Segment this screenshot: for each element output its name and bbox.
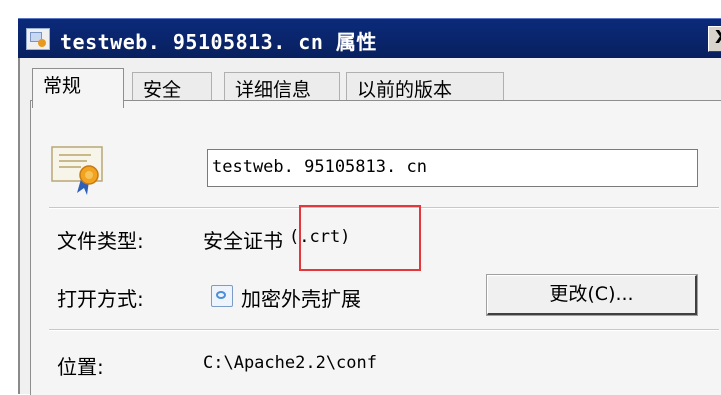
shell-extension-icon: [211, 285, 233, 307]
file-name-input[interactable]: testweb. 95105813. cn: [207, 149, 698, 187]
tab-general[interactable]: 常规: [32, 68, 124, 108]
open-with-label: 打开方式:: [57, 287, 144, 311]
window-title: testweb. 95105813. cn 属性: [60, 30, 377, 54]
file-type-label: 文件类型:: [57, 229, 144, 253]
location-label: 位置:: [57, 355, 104, 379]
general-panel: testweb. 95105813. cn 文件类型: 安全证书 (.crt) …: [30, 100, 721, 395]
open-with-value: 加密外壳扩展: [241, 287, 361, 311]
certificate-icon: [51, 146, 103, 195]
title-bar[interactable]: testweb. 95105813. cn 属性 X: [18, 18, 721, 58]
highlight-box: [299, 205, 421, 271]
certificate-icon: [26, 28, 50, 50]
divider: [49, 329, 719, 331]
file-type-value: 安全证书: [203, 229, 283, 253]
change-button[interactable]: 更改(C)...: [486, 274, 698, 316]
location-value: C:\Apache2.2\conf: [203, 353, 377, 373]
close-button[interactable]: X: [708, 26, 721, 52]
